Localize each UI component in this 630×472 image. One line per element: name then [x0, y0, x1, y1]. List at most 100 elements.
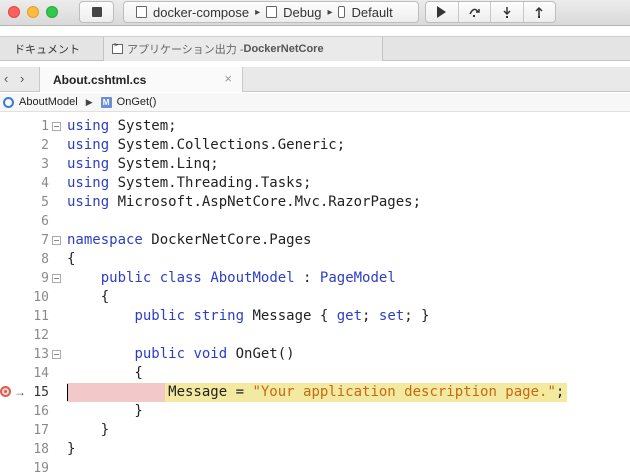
code-line[interactable]: 1 using System; [0, 117, 630, 136]
close-icon[interactable]: × [224, 71, 232, 86]
fold-toggle-icon[interactable] [52, 236, 61, 245]
code-token: } [67, 403, 143, 419]
tab-documents[interactable]: ドキュメント [0, 37, 103, 61]
close-window-button[interactable] [8, 6, 20, 18]
type-token: AboutModel [210, 270, 295, 286]
zoom-window-button[interactable] [46, 6, 58, 18]
line-number[interactable]: 7 [20, 231, 49, 250]
tab-output-prefix: アプリケーション出力 - [127, 44, 244, 56]
code-token: { [67, 365, 143, 381]
run-configuration-selector[interactable]: docker-compose ▸ Debug ▸ Default [123, 1, 419, 23]
code-line[interactable]: 19 [0, 459, 630, 472]
line-number[interactable]: 6 [20, 212, 49, 231]
code-line[interactable]: 9 public class AboutModel : PageModel [0, 269, 630, 288]
code-line[interactable]: 11 public string Message { get; set; } [0, 307, 630, 326]
line-number[interactable]: 11 [20, 307, 49, 326]
line-number[interactable]: 9 [20, 269, 49, 288]
fold-toggle-icon[interactable] [52, 274, 61, 283]
code-line[interactable]: 4 using System.Threading.Tasks; [0, 174, 630, 193]
code-line-text: using System; [67, 117, 177, 136]
device-label: Default [351, 4, 393, 20]
code-line-text: public string Message { get; set; } [67, 307, 429, 326]
line-number[interactable]: 1 [20, 117, 49, 136]
step-out-button[interactable] [524, 2, 556, 22]
configuration-selector[interactable]: Debug [266, 5, 321, 20]
code-line-text: public class AboutModel : PageModel [67, 269, 396, 288]
keyword-token: set [378, 308, 405, 324]
code-line-text: using System.Linq; [67, 155, 219, 174]
tab-about-cshtml-cs[interactable]: About.cshtml.cs × [39, 67, 243, 92]
line-number[interactable]: 19 [20, 459, 49, 472]
minimize-window-button[interactable] [27, 6, 39, 18]
line-number[interactable]: 13 [20, 345, 49, 364]
code-line-text: using System.Collections.Generic; [67, 136, 345, 155]
code-line[interactable]: 14 { [0, 364, 630, 383]
line-number[interactable]: 10 [20, 288, 49, 307]
code-line[interactable]: 18} [0, 440, 630, 459]
chevron-right-icon: ▸ [327, 6, 333, 18]
code-token: Message = [67, 384, 253, 400]
code-line[interactable]: 8{ [0, 250, 630, 269]
code-line[interactable]: → 15 Message = "Your application descript… [0, 383, 630, 402]
step-into-button[interactable] [491, 2, 524, 22]
fold-toggle-icon[interactable] [52, 350, 61, 359]
code-line[interactable]: 3 using System.Linq; [0, 155, 630, 174]
play-icon [437, 6, 447, 18]
type-token: PageModel [319, 270, 396, 286]
keyword-token: using [67, 156, 110, 172]
code-line-text: { [67, 250, 75, 269]
stop-button[interactable] [79, 1, 114, 23]
keyword-token: using [67, 194, 110, 210]
code-token: : [294, 270, 320, 286]
line-number[interactable]: 5 [20, 193, 49, 212]
code-line[interactable]: 13 public void OnGet() [0, 345, 630, 364]
device-selector[interactable]: Default [338, 4, 393, 20]
code-line[interactable]: 5 using Microsoft.AspNetCore.Mvc.RazorPag… [0, 193, 630, 212]
code-editor[interactable]: 1 using System; 2 using System.Collections.… [0, 117, 630, 472]
code-line-text: { [67, 364, 143, 383]
keyword-token: namespace [67, 232, 143, 248]
debug-controls [425, 1, 556, 23]
code-token: ; } [404, 308, 430, 324]
tab-application-output[interactable]: アプリケーション出力 - DockerNetCore [103, 37, 383, 61]
continue-button[interactable] [426, 2, 459, 22]
code-line[interactable]: 10 { [0, 288, 630, 307]
code-line[interactable]: 17 } [0, 421, 630, 440]
path-class[interactable]: AboutModel [19, 96, 78, 108]
code-line[interactable]: 12 [0, 326, 630, 345]
code-line[interactable]: 2 using System.Collections.Generic; [0, 136, 630, 155]
line-number[interactable]: 18 [20, 440, 49, 459]
line-number[interactable]: 8 [20, 250, 49, 269]
line-number[interactable]: 4 [20, 174, 49, 193]
code-line[interactable]: 16 } [0, 402, 630, 421]
line-number[interactable]: 17 [20, 421, 49, 440]
window-icon [266, 6, 278, 18]
line-number[interactable]: 14 [20, 364, 49, 383]
line-number[interactable]: 15 [20, 383, 49, 402]
line-number[interactable]: 2 [20, 136, 49, 155]
code-token: Message { [244, 308, 337, 324]
code-line[interactable]: 6 [0, 212, 630, 231]
fold-toggle-icon[interactable] [52, 122, 61, 131]
line-number[interactable]: 12 [20, 326, 49, 345]
code-token: } [67, 422, 110, 438]
tab-scroll-arrows[interactable]: ‹ › [4, 71, 28, 86]
code-token: { [67, 251, 76, 267]
keyword-token: public string [134, 308, 245, 324]
string-token: "Your application description page." [252, 384, 556, 400]
editor-tab-title: About.cshtml.cs [53, 72, 147, 87]
breakpoint-icon[interactable] [0, 386, 11, 397]
line-number[interactable]: 3 [20, 155, 49, 174]
project-selector[interactable]: docker-compose [136, 5, 249, 20]
code-line[interactable]: 7 namespace DockerNetCore.Pages [0, 231, 630, 250]
step-over-button[interactable] [459, 2, 491, 22]
keyword-token: get [336, 308, 363, 324]
path-method[interactable]: OnGet() [117, 96, 157, 108]
code-line-text: } [67, 402, 143, 421]
method-icon: M [100, 96, 112, 108]
line-number[interactable]: 16 [20, 402, 49, 421]
class-icon [3, 96, 14, 108]
terminal-icon [112, 41, 123, 54]
